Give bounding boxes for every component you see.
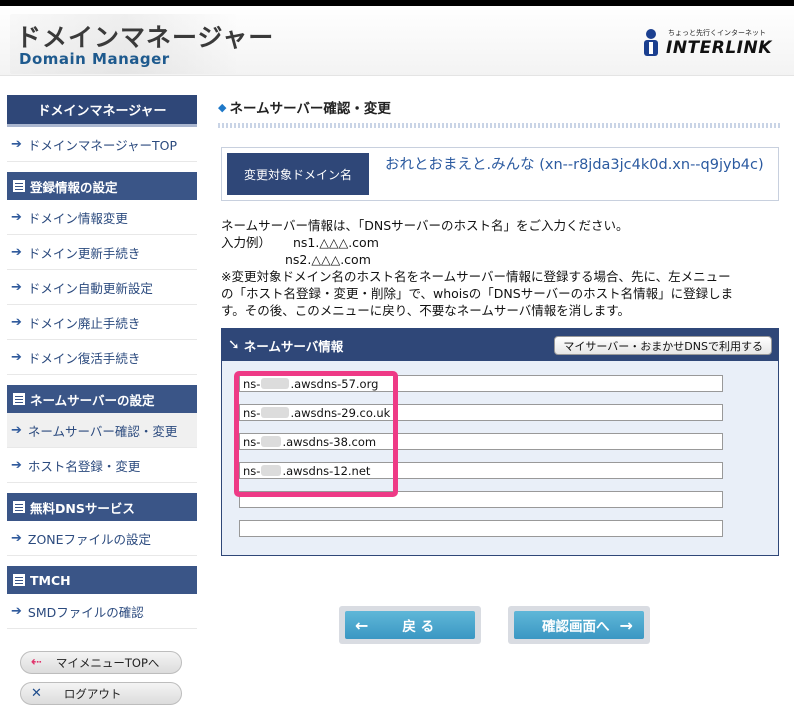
confirm-button-label: 確認画面へ (542, 619, 610, 635)
example-row: 入力例） ns1.△△△.com (221, 234, 779, 251)
arrow-down-right-icon: ➘ (228, 337, 240, 353)
instruction-line: ※変更対象ドメイン名のホスト名をネームサーバー情報に登録する場合、先に、左メニュ… (221, 269, 731, 284)
sidebar-section-tmch: TMCH (7, 566, 197, 594)
section-title: TMCH (30, 572, 71, 588)
main-content: ◆ ネームサーバー確認・変更 変更対象ドメイン名 おれとおまえと.みんな (xn… (218, 95, 780, 644)
arrow-right-icon: ➔ (11, 530, 22, 546)
confirm-button-face: 確認画面へ → (514, 611, 644, 639)
sidebar-item-label: ネームサーバー確認・変更 (27, 423, 178, 439)
back-button-label: 戻 る (402, 619, 435, 635)
sidebar-section-nameserver: ネームサーバーの設定 (7, 385, 197, 413)
logout-button[interactable]: ✕ ログアウト (20, 682, 182, 705)
brand-name: INTERLINK (666, 38, 772, 58)
close-icon: ✕ (31, 686, 42, 701)
sidebar-item-label: ドメイン自動更新設定 (27, 280, 153, 296)
header: ドメインマネージャー Domain Manager ちょっと先行くインターネット… (0, 6, 794, 76)
nameserver-panel-header: ➘ ネームサーバ情報 マイサーバー・おまかせDNSで利用する (222, 329, 778, 361)
arrow-right-icon: ➔ (11, 603, 22, 619)
sidebar-item-label: ドメイン情報変更 (27, 210, 128, 226)
arrow-right-icon: ➔ (11, 136, 22, 152)
sidebar-item-label: SMDファイルの確認 (27, 604, 144, 620)
arrow-right-icon: ➔ (11, 209, 22, 225)
arrow-right-icon: → (619, 615, 633, 635)
sidebar-item-nameserver-check[interactable]: ➔ ネームサーバー確認・変更 (7, 413, 197, 448)
section-title: 無料DNSサービス (30, 500, 135, 516)
target-domain-label: 変更対象ドメイン名 (227, 153, 369, 195)
nameserver-panel-title: ネームサーバ情報 (243, 338, 344, 354)
interlink-logo[interactable]: ちょっと先行くインターネット INTERLINK (640, 26, 780, 66)
page-title: ◆ ネームサーバー確認・変更 (218, 95, 780, 119)
title-divider (218, 123, 780, 128)
sidebar-section-free-dns: 無料DNSサービス (7, 493, 197, 521)
sidebar-item-domain-info[interactable]: ➔ ドメイン情報変更 (7, 200, 197, 235)
sidebar-item-label: ホスト名登録・変更 (27, 458, 141, 474)
instructions: ネームサーバー情報は、「DNSサーバーのホスト名」をご入力ください。 入力例） … (221, 217, 779, 319)
arrow-right-icon: ➔ (11, 457, 22, 473)
arrow-right-icon: ➔ (11, 244, 22, 260)
my-menu-top-button[interactable]: ⇠ マイメニューTOPへ (20, 651, 182, 674)
sidebar-item-smd-file[interactable]: ➔ SMDファイルの確認 (7, 594, 197, 629)
sidebar: ドメインマネージャー ➔ ドメインマネージャーTOP 登録情報の設定 ➔ ドメイ… (7, 95, 197, 629)
use-my-server-dns-button[interactable]: マイサーバー・おまかせDNSで利用する (554, 336, 772, 355)
sidebar-item-top[interactable]: ➔ ドメインマネージャーTOP (7, 127, 197, 162)
target-domain-box: 変更対象ドメイン名 おれとおまえと.みんな (xn--r8jda3jc4k0d.… (221, 147, 779, 201)
sidebar-item-hostname[interactable]: ➔ ホスト名登録・変更 (7, 448, 197, 483)
interlink-mark-icon (644, 29, 658, 56)
list-icon (13, 180, 25, 192)
brand-tagline: ちょっと先行くインターネット (668, 29, 766, 37)
arrow-right-icon: ➔ (11, 422, 22, 438)
target-domain-value: おれとおまえと.みんな (xn--r8jda3jc4k0d.xn--q9jyb4… (385, 157, 764, 173)
section-title: ネームサーバーの設定 (30, 392, 155, 408)
list-icon (13, 393, 25, 405)
back-button[interactable]: ← 戻 る (339, 606, 481, 644)
arrow-left-icon: ← (355, 615, 369, 635)
sidebar-item-label: ドメイン廃止手続き (27, 315, 141, 331)
instruction-line: の「ホスト名登録・変更・削除」で、whoisの「DNSサーバーのホスト名情報」に… (221, 286, 734, 301)
sidebar-item-label: ドメイン復活手続き (27, 350, 141, 366)
arrow-left-icon: ⇠ (31, 655, 42, 670)
sidebar-section-registration: 登録情報の設定 (7, 172, 197, 200)
instruction-line: す。その後、このメニューに戻り、不要なネームサーバ情報を消します。 (221, 303, 631, 318)
sidebar-item-label: ドメインマネージャーTOP (27, 137, 178, 153)
app-title-en: Domain Manager (19, 50, 170, 68)
sidebar-item-auto-renew[interactable]: ➔ ドメイン自動更新設定 (7, 270, 197, 305)
nameserver-panel: ➘ ネームサーバ情報 マイサーバー・おまかせDNSで利用する ns- .awsdn… (221, 328, 779, 556)
list-icon (13, 501, 25, 513)
sidebar-item-label: ZONEファイルの設定 (27, 531, 152, 547)
list-icon (13, 574, 25, 586)
back-button-face: ← 戻 る (345, 611, 475, 639)
example-label: 入力例） (221, 235, 272, 250)
sidebar-item-domain-restore[interactable]: ➔ ドメイン復活手続き (7, 340, 197, 375)
section-title: 登録情報の設定 (30, 179, 118, 195)
nameserver-input-6[interactable] (239, 520, 723, 537)
sidebar-item-domain-renew[interactable]: ➔ ドメイン更新手続き (7, 235, 197, 270)
app-title-jp: ドメインマネージャー (16, 23, 275, 52)
page-title-text: ネームサーバー確認・変更 (229, 101, 391, 117)
sidebar-item-zone-file[interactable]: ➔ ZONEファイルの設定 (7, 521, 197, 556)
my-menu-top-label: マイメニューTOPへ (55, 655, 160, 670)
highlight-annotation (234, 371, 398, 497)
sidebar-item-label: ドメイン更新手続き (27, 245, 141, 261)
example-1: ns1.△△△.com (293, 235, 379, 250)
arrow-right-icon: ➔ (11, 349, 22, 365)
sidebar-item-domain-abolish[interactable]: ➔ ドメイン廃止手続き (7, 305, 197, 340)
confirm-button[interactable]: 確認画面へ → (508, 606, 650, 644)
arrow-right-icon: ➔ (11, 279, 22, 295)
instruction-line: ネームサーバー情報は、「DNSサーバーのホスト名」をご入力ください。 (221, 218, 629, 233)
diamond-icon: ◆ (218, 100, 227, 114)
logout-label: ログアウト (63, 686, 122, 701)
example-2: ns2.△△△.com (285, 252, 371, 267)
sidebar-main-heading: ドメインマネージャー (7, 95, 197, 127)
arrow-right-icon: ➔ (11, 314, 22, 330)
